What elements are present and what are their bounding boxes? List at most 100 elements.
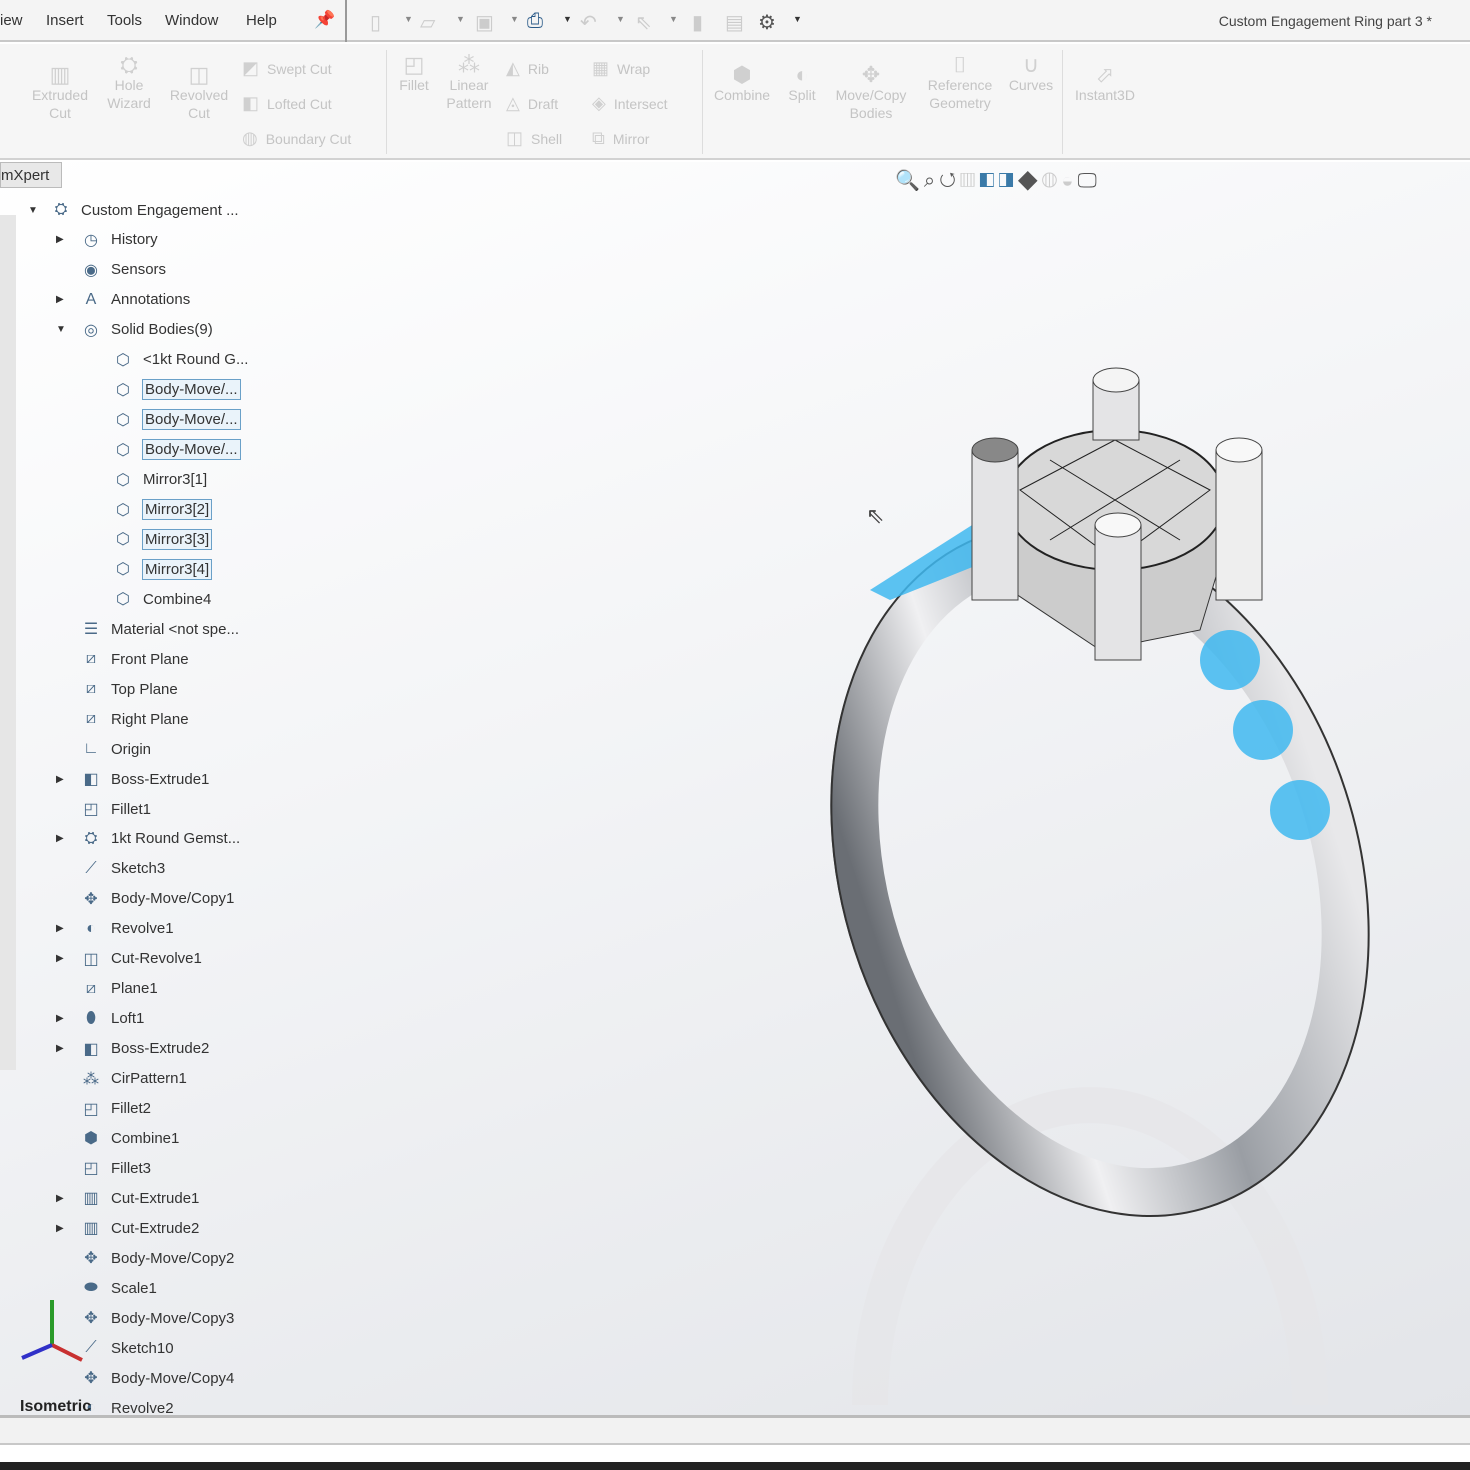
print-icon[interactable]: ⎙ (527, 10, 543, 33)
section-view-icon[interactable]: ▥ (960, 170, 979, 192)
rebuild-icon[interactable]: ▮ (692, 10, 703, 35)
tree-scrollbar[interactable] (0, 215, 16, 1070)
tree-item[interactable]: ✥ Body-Move/Copy4 (80, 1365, 234, 1391)
zoom-to-fit-icon[interactable]: 🔍 (895, 170, 924, 192)
tree-item[interactable]: ⧄ Plane1 (80, 976, 158, 1002)
mirror-button[interactable]: ⧉ Mirror (592, 128, 649, 149)
instant3d-button[interactable]: ⬀ Instant3D (1068, 64, 1142, 104)
tree-item[interactable]: ⧄ Right Plane (80, 706, 189, 732)
expand-arrow-icon[interactable]: ▶ (56, 833, 64, 844)
view-settings-icon[interactable]: 🖵 (1077, 170, 1100, 192)
menu-tools[interactable]: Tools (107, 12, 142, 29)
tree-item[interactable]: ▼ ◎ Solid Bodies(9) (56, 317, 213, 343)
tree-item[interactable]: ⬡ Body-Move/... (112, 377, 241, 403)
tree-item[interactable]: ☰ Material <not spe... (80, 616, 239, 642)
tree-item[interactable]: ◰ Fillet3 (80, 1155, 151, 1181)
tree-item[interactable]: ⧄ Front Plane (80, 646, 189, 672)
tree-item[interactable]: ⁂ CirPattern1 (80, 1066, 187, 1092)
tree-item[interactable]: ⬡ Mirror3[3] (112, 526, 213, 552)
tree-item[interactable]: ⧄ Top Plane (80, 676, 178, 702)
tree-item[interactable]: ⬡ Mirror3[1] (112, 467, 207, 493)
fillet-button[interactable]: ◰ Fillet (394, 54, 434, 94)
curves-button[interactable]: ∪ Curves (1004, 54, 1058, 94)
tree-item[interactable]: ▶ ◧ Boss-Extrude1 (56, 766, 209, 792)
expand-arrow-icon[interactable]: ▶ (56, 1013, 64, 1024)
hide-show-icon[interactable]: ◆ (1018, 170, 1042, 192)
expand-arrow-icon[interactable]: ▶ (56, 234, 64, 245)
edit-appearance-icon[interactable]: ◍ (1042, 170, 1062, 192)
draft-button[interactable]: ◬ Draft (506, 93, 558, 114)
dropdown-arrow-icon[interactable]: ▼ (510, 14, 519, 24)
dropdown-arrow-icon[interactable]: ▼ (793, 14, 802, 24)
tree-item[interactable]: ⟋ Sketch10 (80, 1335, 173, 1361)
rib-button[interactable]: ◭ Rib (506, 58, 549, 79)
options-icon[interactable]: ⚙ (758, 10, 776, 35)
dropdown-arrow-icon[interactable]: ▼ (563, 14, 572, 24)
expand-arrow-icon[interactable]: ▶ (56, 923, 64, 934)
tab-dimxpert[interactable]: mXpert (0, 162, 62, 188)
tree-item[interactable]: ✥ Body-Move/Copy2 (80, 1245, 234, 1271)
dropdown-arrow-icon[interactable]: ▼ (616, 14, 625, 24)
expand-arrow-icon[interactable]: ▶ (56, 1043, 64, 1054)
menu-window[interactable]: Window (165, 12, 218, 29)
expand-arrow-icon[interactable]: ▶ (56, 1223, 64, 1234)
display-style-icon[interactable]: ◨ (998, 170, 1017, 192)
linear-pattern-button[interactable]: ⁂ Linear Pattern (440, 54, 498, 112)
tree-item[interactable]: ⟋ Sketch3 (80, 856, 165, 882)
dropdown-arrow-icon[interactable]: ▼ (456, 14, 465, 24)
extruded-cut-button[interactable]: ▥ Extruded Cut (28, 64, 92, 122)
tree-item[interactable]: ⬡ Body-Move/... (112, 437, 241, 463)
tree-item[interactable]: ▶ A Annotations (56, 287, 190, 313)
shell-button[interactable]: ◫ Shell (506, 128, 562, 149)
new-icon[interactable]: ▯ (370, 10, 381, 35)
tree-item[interactable]: ▶ ◐ Revolve1 (56, 916, 174, 942)
swept-cut-button[interactable]: ◩ Swept Cut (242, 58, 332, 79)
tree-item[interactable]: ⬡ Mirror3[4] (112, 556, 213, 582)
tree-item[interactable]: ▶ ⛭ 1kt Round Gemst... (56, 826, 240, 852)
tree-item[interactable]: ◉ Sensors (80, 257, 166, 283)
tree-item[interactable]: ✥ Body-Move/Copy1 (80, 886, 234, 912)
tree-item[interactable]: ⬡ Combine4 (112, 586, 211, 612)
open-icon[interactable]: ▱ (420, 10, 435, 35)
combine-button[interactable]: ⬢ Combine (708, 64, 776, 104)
expand-arrow-icon[interactable]: ▶ (56, 774, 64, 785)
expand-arrow-icon[interactable]: ▶ (56, 953, 64, 964)
tree-item[interactable]: ∟ Origin (80, 736, 151, 762)
intersect-button[interactable]: ◈ Intersect (592, 93, 668, 114)
expand-arrow-icon[interactable]: ▶ (56, 294, 64, 305)
tree-item[interactable]: ✥ Body-Move/Copy3 (80, 1305, 234, 1331)
select-icon[interactable]: ⇖ (635, 10, 652, 35)
view-orientation-icon[interactable]: ◧ (979, 170, 998, 192)
pin-icon[interactable]: 📌 (314, 10, 335, 30)
tree-item[interactable]: ▶ ▥ Cut-Extrude1 (56, 1185, 199, 1211)
save-icon[interactable]: ▣ (475, 10, 494, 35)
boundary-cut-button[interactable]: ◍ Boundary Cut (242, 128, 351, 149)
file-properties-icon[interactable]: ▤ (725, 10, 744, 35)
dropdown-arrow-icon[interactable]: ▼ (669, 14, 678, 24)
apply-scene-icon[interactable]: ◒ (1061, 170, 1077, 192)
tree-item[interactable]: ▶ ▥ Cut-Extrude2 (56, 1215, 199, 1241)
menu-help[interactable]: Help (246, 12, 277, 29)
menu-view[interactable]: iew (0, 12, 23, 29)
tree-item[interactable]: ⬡ Mirror3[2] (112, 497, 213, 523)
dropdown-arrow-icon[interactable]: ▼ (404, 14, 413, 24)
tree-item[interactable]: ▶ ◧ Boss-Extrude2 (56, 1036, 209, 1062)
collapse-arrow-icon[interactable]: ▼ (28, 205, 38, 216)
expand-arrow-icon[interactable]: ▶ (56, 1193, 64, 1204)
previous-view-icon[interactable]: ↺ (939, 170, 960, 192)
tree-item[interactable]: ◰ Fillet2 (80, 1096, 151, 1122)
undo-icon[interactable]: ↶ (580, 10, 597, 35)
zoom-to-area-icon[interactable]: ⌕ (924, 170, 939, 192)
tree-item[interactable]: ▶ ⬮ Loft1 (56, 1006, 144, 1032)
revolved-cut-button[interactable]: ◫ Revolved Cut (164, 64, 234, 122)
tree-item[interactable]: ◰ Fillet1 (80, 796, 151, 822)
tree-item[interactable]: ▶ ◫ Cut-Revolve1 (56, 946, 202, 972)
tree-item[interactable]: ▶ ◷ History (56, 227, 158, 253)
tree-item[interactable]: ▼ ⛭ Custom Engagement ... (28, 197, 239, 223)
split-button[interactable]: ◐ Split (782, 64, 822, 104)
collapse-arrow-icon[interactable]: ▼ (56, 324, 66, 335)
menu-insert[interactable]: Insert (46, 12, 84, 29)
tree-item[interactable]: ⬢ Combine1 (80, 1125, 179, 1151)
lofted-cut-button[interactable]: ◧ Lofted Cut (242, 93, 332, 114)
reference-geometry-button[interactable]: ⌷ Reference Geometry (920, 54, 1000, 112)
